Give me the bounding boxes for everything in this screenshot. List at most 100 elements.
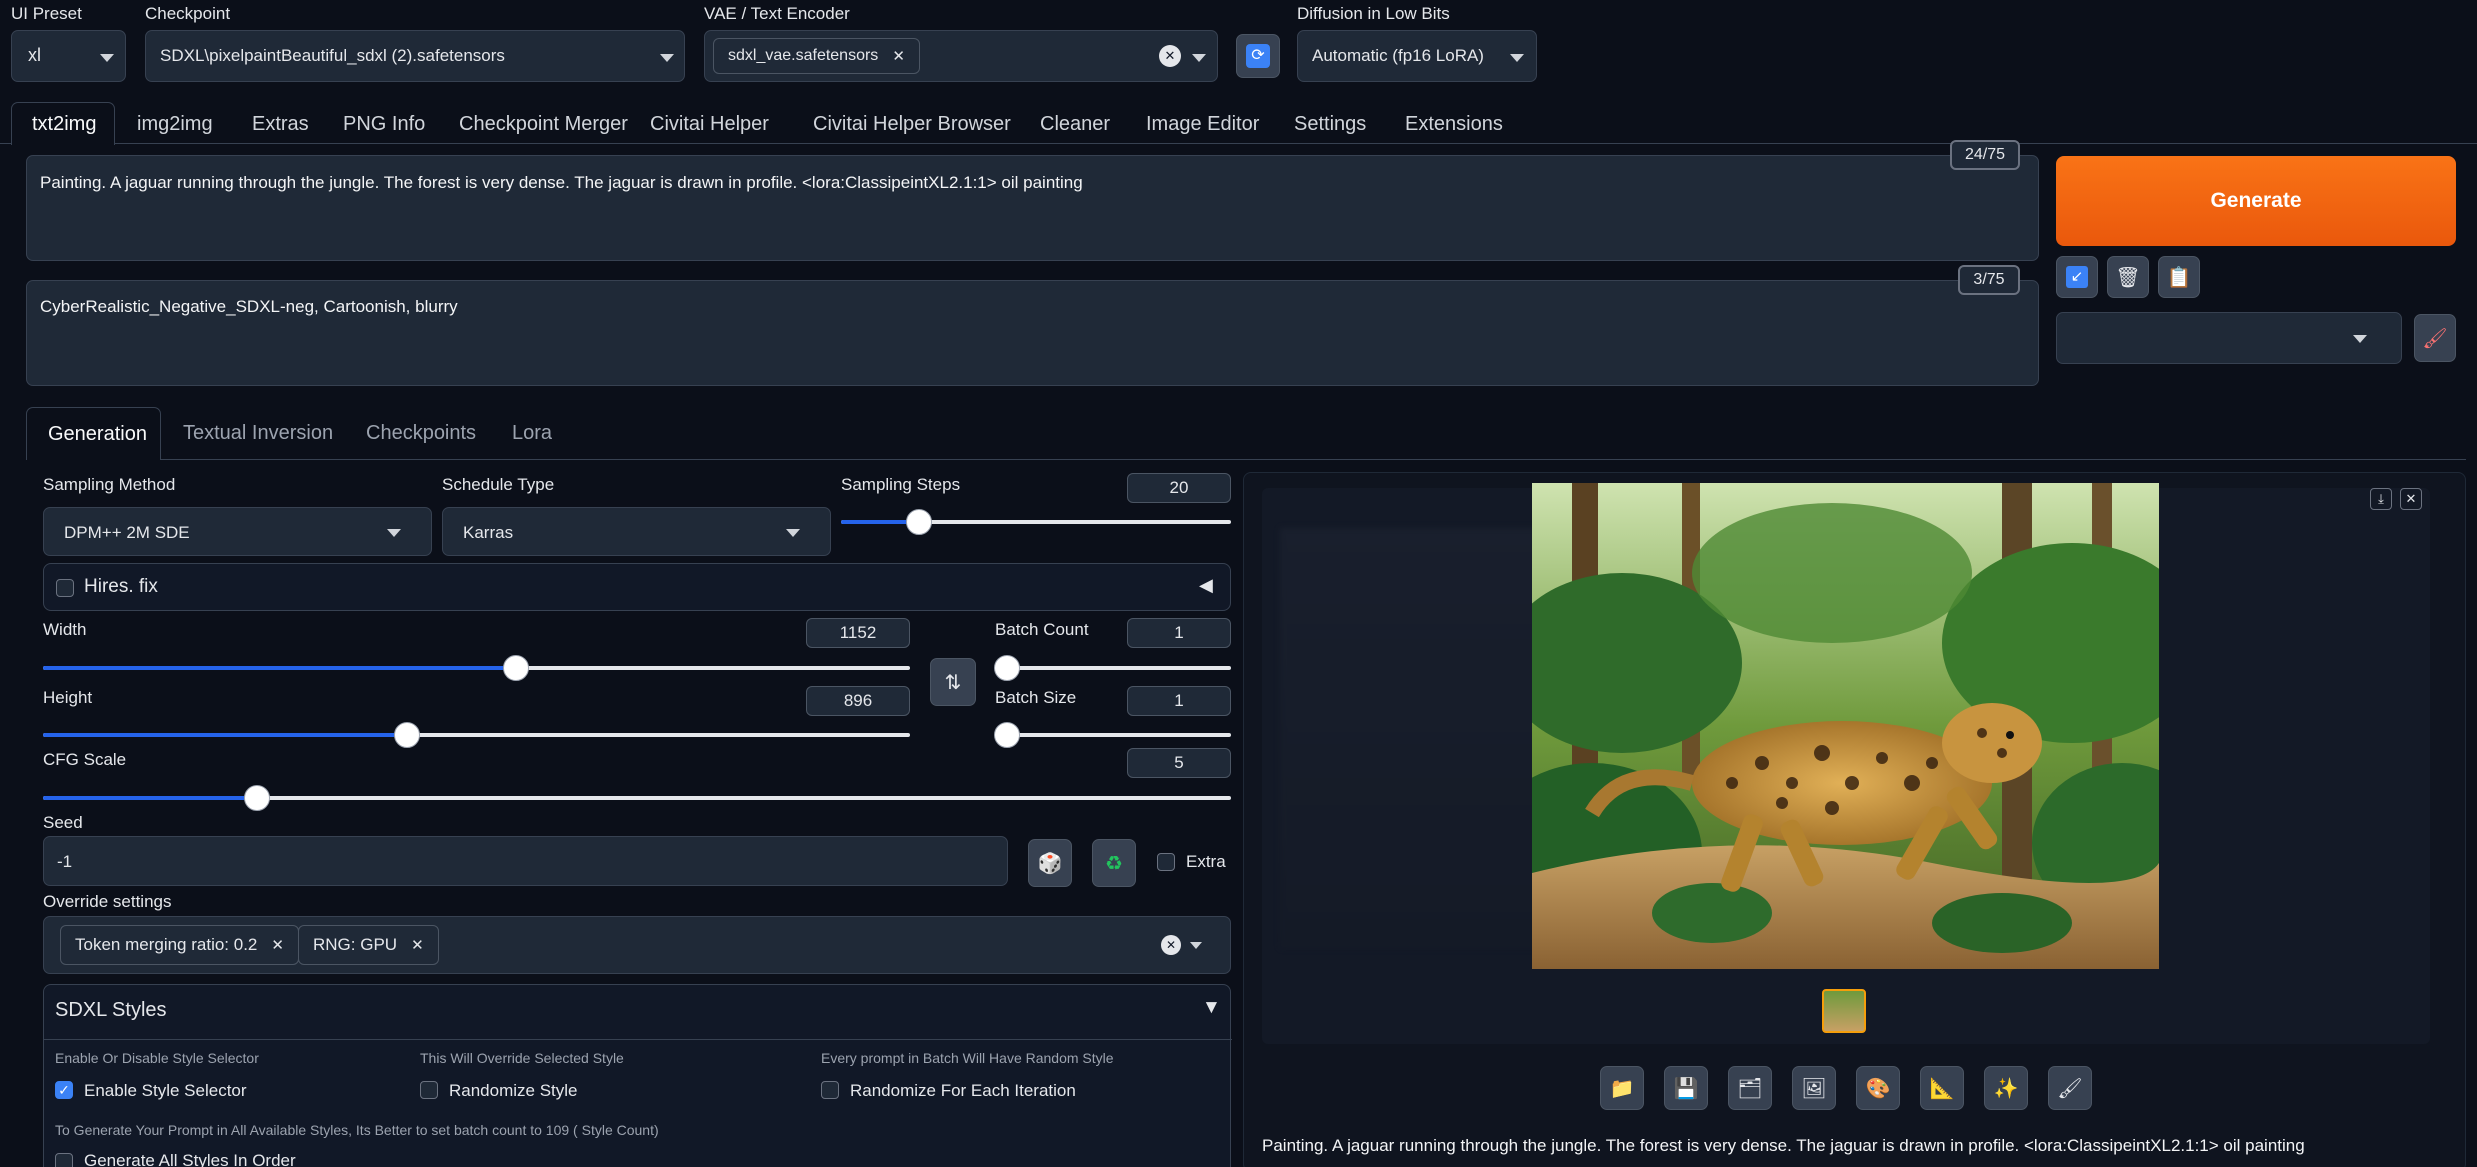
slider-thumb[interactable]: [994, 722, 1020, 748]
tab-extras[interactable]: Extras: [252, 113, 309, 136]
cfg-scale-slider[interactable]: [43, 785, 1231, 811]
sampling-steps-input[interactable]: 20: [1127, 473, 1231, 503]
hires-fix-checkbox[interactable]: [56, 579, 74, 597]
batch-count-label: Batch Count: [995, 620, 1089, 639]
prompt-textarea[interactable]: Painting. A jaguar running through the j…: [26, 155, 2039, 261]
zip-button[interactable]: 🗂: [1728, 1066, 1772, 1110]
batch-size-slider[interactable]: [994, 722, 1231, 748]
slider-thumb[interactable]: [243, 785, 270, 811]
styles-dropdown[interactable]: [2056, 312, 2402, 364]
collapse-down-icon[interactable]: ▼: [1202, 997, 1221, 1019]
ui-preset-select[interactable]: xl: [11, 30, 126, 82]
vae-token-label: sdxl_vae.safetensors: [728, 47, 879, 64]
override-token[interactable]: RNG: GPU ✕: [298, 925, 439, 965]
tab-img2img[interactable]: img2img: [137, 113, 213, 136]
schedule-type-select[interactable]: Karras: [442, 507, 831, 556]
slider-thumb[interactable]: [994, 655, 1020, 681]
open-folder-button[interactable]: 📁: [1600, 1066, 1644, 1110]
batch-count-slider[interactable]: [994, 655, 1231, 681]
height-input[interactable]: 896: [806, 686, 910, 716]
edit-image-button[interactable]: 🖌: [2048, 1066, 2092, 1110]
save-button[interactable]: 💾: [1664, 1066, 1708, 1110]
slider-thumb[interactable]: [394, 722, 421, 748]
ui-preset-label: UI Preset: [11, 4, 82, 23]
close-icon[interactable]: ✕: [2400, 488, 2422, 510]
folder-icon: 📁: [1609, 1077, 1635, 1100]
trash-button[interactable]: 🗑: [2107, 256, 2149, 298]
clipboard-button[interactable]: 📋: [2158, 256, 2200, 298]
enable-style-selector-checkbox[interactable]: ✓: [55, 1081, 73, 1099]
tab-cleaner[interactable]: Cleaner: [1040, 113, 1110, 136]
sampling-steps-label: Sampling Steps: [841, 475, 961, 494]
close-icon[interactable]: ✕: [892, 47, 905, 65]
tab-image-editor[interactable]: Image Editor: [1146, 113, 1259, 136]
height-slider[interactable]: [43, 722, 910, 748]
generated-image[interactable]: [1532, 483, 2159, 969]
tab-generation[interactable]: Generation: [26, 407, 161, 460]
random-seed-button[interactable]: 🎲: [1028, 839, 1072, 887]
negative-token-counter: 3/75: [1958, 265, 2020, 295]
tab-lora[interactable]: Lora: [512, 422, 552, 445]
slider-thumb[interactable]: [502, 655, 529, 681]
collapse-left-icon[interactable]: ◀: [1199, 575, 1213, 596]
cfg-scale-label: CFG Scale: [43, 750, 127, 769]
hires-fix-accordion[interactable]: Hires. fix ◀: [43, 563, 1231, 611]
send-to-extras-button[interactable]: 📐: [1920, 1066, 1964, 1110]
tab-png-info[interactable]: PNG Info: [343, 113, 425, 136]
cfg-scale-input[interactable]: 5: [1127, 748, 1231, 778]
batch-count-input[interactable]: 1: [1127, 618, 1231, 648]
refresh-button[interactable]: ⟳: [1236, 34, 1280, 78]
vae-label: VAE / Text Encoder: [704, 4, 850, 23]
chevron-down-icon: [1192, 54, 1206, 62]
slider-thumb[interactable]: [906, 509, 932, 535]
send-to-img2img-button[interactable]: 🖼: [1792, 1066, 1836, 1110]
width-input[interactable]: 1152: [806, 618, 910, 648]
negative-prompt-textarea[interactable]: CyberRealistic_Negative_SDXL-neg, Cartoo…: [26, 280, 2039, 386]
sampling-steps-slider[interactable]: [841, 509, 1231, 535]
edit-styles-button[interactable]: 🖌: [2414, 314, 2456, 362]
close-icon[interactable]: ✕: [271, 936, 284, 954]
randomize-each-iteration-checkbox[interactable]: [821, 1081, 839, 1099]
override-token[interactable]: Token merging ratio: 0.2 ✕: [60, 925, 299, 965]
generate-all-styles-checkbox[interactable]: [55, 1153, 73, 1167]
seed-input[interactable]: -1: [43, 836, 1008, 886]
vae-token[interactable]: sdxl_vae.safetensors ✕: [713, 38, 920, 74]
diffusion-select[interactable]: Automatic (fp16 LoRA): [1297, 30, 1537, 82]
tab-txt2img[interactable]: txt2img: [11, 102, 115, 145]
style-hint: Every prompt in Batch Will Have Random S…: [821, 1050, 1114, 1066]
tab-settings[interactable]: Settings: [1294, 113, 1366, 136]
gallery-thumbnail[interactable]: [1822, 989, 1866, 1033]
dice-icon: 🎲: [1037, 852, 1063, 875]
override-settings-multiselect[interactable]: Token merging ratio: 0.2 ✕ RNG: GPU ✕ ✕: [43, 916, 1231, 974]
sampling-method-select[interactable]: DPM++ 2M SDE: [43, 507, 432, 556]
schedule-type-value: Karras: [463, 523, 514, 542]
batch-size-input[interactable]: 1: [1127, 686, 1231, 716]
clear-icon[interactable]: ✕: [1161, 935, 1181, 955]
send-to-inpaint-button[interactable]: 🎨: [1856, 1066, 1900, 1110]
checkpoint-select[interactable]: SDXL\pixelpaintBeautiful_sdxl (2).safete…: [145, 30, 685, 82]
reuse-seed-button[interactable]: ♻: [1092, 839, 1136, 887]
tab-textual-inversion[interactable]: Textual Inversion: [183, 422, 333, 445]
extra-seed-checkbox[interactable]: [1157, 853, 1175, 871]
randomize-style-checkbox[interactable]: [420, 1081, 438, 1099]
palette-icon: 🎨: [1865, 1077, 1891, 1100]
generate-button[interactable]: Generate: [2056, 156, 2456, 246]
tab-extensions[interactable]: Extensions: [1405, 113, 1503, 136]
batch-size-label: Batch Size: [995, 688, 1077, 707]
paste-button[interactable]: ↙: [2056, 256, 2098, 298]
download-icon[interactable]: ⤓: [2370, 488, 2392, 510]
close-icon[interactable]: ✕: [411, 936, 424, 954]
swap-dimensions-button[interactable]: ⇅: [930, 658, 976, 706]
tab-civitai-helper[interactable]: Civitai Helper: [650, 113, 769, 136]
clear-icon[interactable]: ✕: [1159, 45, 1181, 67]
chevron-down-icon: [786, 529, 800, 537]
tab-checkpoints[interactable]: Checkpoints: [366, 422, 476, 445]
sdxl-styles-accordion: SDXL Styles ▼ Enable Or Disable Style Se…: [43, 984, 1232, 1167]
diffusion-value: Automatic (fp16 LoRA): [1312, 46, 1484, 65]
tab-checkpoint-merger[interactable]: Checkpoint Merger: [459, 113, 628, 136]
vae-multiselect[interactable]: sdxl_vae.safetensors ✕ ✕: [704, 30, 1218, 82]
ruler-icon: 📐: [1929, 1077, 1955, 1100]
upscale-button[interactable]: ✨: [1984, 1066, 2028, 1110]
width-slider[interactable]: [43, 655, 910, 681]
tab-civitai-helper-browser[interactable]: Civitai Helper Browser: [813, 113, 1011, 136]
